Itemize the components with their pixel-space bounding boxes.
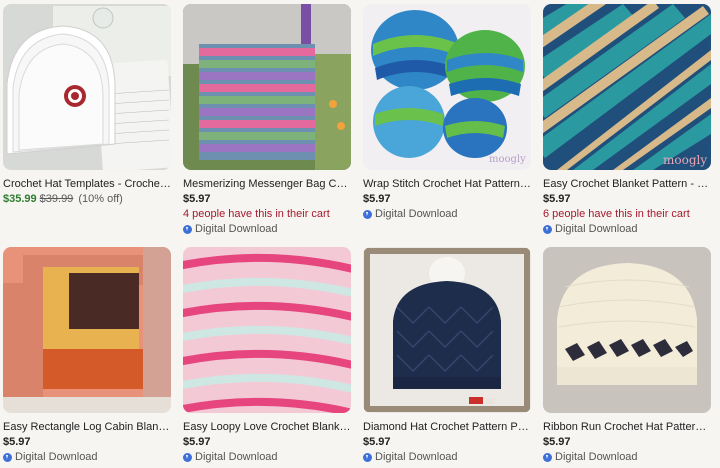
messenger-bag-image bbox=[183, 4, 351, 170]
price-row: $5.97 bbox=[183, 192, 351, 206]
listing-price: $5.97 bbox=[543, 436, 571, 448]
original-price: $39.99 bbox=[39, 193, 74, 205]
listing-title[interactable]: Easy Crochet Blanket Pattern - Oh My ... bbox=[543, 177, 711, 191]
download-text: Digital Download bbox=[195, 451, 278, 463]
log-cabin-blanket-image bbox=[3, 247, 171, 413]
listing-price: $5.97 bbox=[183, 436, 211, 448]
download-icon bbox=[183, 224, 192, 234]
listing-card[interactable]: Crochet Hat Templates - Crochet Hat T...… bbox=[3, 4, 171, 206]
download-icon bbox=[363, 209, 372, 219]
price-row: $5.97 bbox=[363, 435, 531, 449]
digital-download-label: Digital Download bbox=[363, 207, 531, 221]
sale-price: $35.99 bbox=[3, 193, 37, 205]
watermark-text: moogly bbox=[489, 154, 526, 165]
download-text: Digital Download bbox=[555, 223, 638, 235]
listing-title[interactable]: Crochet Hat Templates - Crochet Hat T... bbox=[3, 177, 171, 191]
ribbon-run-hat-image bbox=[543, 247, 711, 413]
listing-card[interactable]: moogly Wrap Stitch Crochet Hat Pattern P… bbox=[363, 4, 531, 221]
diamond-hat-image bbox=[363, 247, 531, 413]
download-icon bbox=[183, 452, 192, 462]
listing-title[interactable]: Ribbon Run Crochet Hat Pattern PDF - ... bbox=[543, 420, 711, 434]
listing-price: $5.97 bbox=[363, 193, 391, 205]
download-text: Digital Download bbox=[195, 223, 278, 235]
download-icon bbox=[3, 452, 12, 462]
hat-templates-image bbox=[3, 4, 171, 170]
listing-title[interactable]: Wrap Stitch Crochet Hat Pattern PDF -... bbox=[363, 177, 531, 191]
cart-notice: 4 people have this in their cart bbox=[183, 208, 330, 220]
watermark-text: moogly bbox=[663, 153, 707, 167]
cart-notice: 6 people have this in their cart bbox=[543, 208, 690, 220]
digital-download-label: Digital Download bbox=[543, 450, 711, 464]
listing-thumbnail[interactable] bbox=[183, 4, 351, 170]
digital-download-label: Digital Download bbox=[183, 450, 351, 464]
listing-card[interactable]: Mesmerizing Messenger Bag Crochet ... $5… bbox=[183, 4, 351, 236]
digital-download-label: Digital Download bbox=[3, 450, 171, 464]
listing-card[interactable]: Easy Loopy Love Crochet Blanket Patt... … bbox=[183, 247, 351, 464]
listing-thumbnail[interactable] bbox=[543, 247, 711, 413]
price-row: $5.97 bbox=[543, 435, 711, 449]
listing-thumbnail[interactable] bbox=[183, 247, 351, 413]
price-row: $5.97 bbox=[363, 192, 531, 206]
download-icon bbox=[363, 452, 372, 462]
loopy-love-blanket-image bbox=[183, 247, 351, 413]
download-text: Digital Download bbox=[375, 208, 458, 220]
download-icon bbox=[543, 224, 552, 234]
blanket-pattern-image: moogly bbox=[543, 4, 711, 170]
download-icon bbox=[543, 452, 552, 462]
listing-card[interactable]: Easy Rectangle Log Cabin Blanket Cro... … bbox=[3, 247, 171, 464]
listing-card[interactable]: Ribbon Run Crochet Hat Pattern PDF - ...… bbox=[543, 247, 711, 464]
listing-grid: Crochet Hat Templates - Crochet Hat T...… bbox=[0, 0, 720, 468]
listing-thumbnail[interactable] bbox=[3, 4, 171, 170]
price-row: $5.97 bbox=[543, 192, 711, 206]
listing-thumbnail[interactable]: moogly bbox=[363, 4, 531, 170]
listing-price: $5.97 bbox=[183, 193, 211, 205]
price-row: $35.99 $39.99 (10% off) bbox=[3, 192, 171, 206]
price-row: $5.97 bbox=[3, 435, 171, 449]
listing-card[interactable]: Diamond Hat Crochet Pattern PDF - B... $… bbox=[363, 247, 531, 464]
digital-download-label: Digital Download bbox=[543, 222, 711, 236]
wrap-stitch-hats-image: moogly bbox=[363, 4, 531, 170]
listing-title[interactable]: Diamond Hat Crochet Pattern PDF - B... bbox=[363, 420, 531, 434]
listing-thumbnail[interactable] bbox=[363, 247, 531, 413]
digital-download-label: Digital Download bbox=[183, 222, 351, 236]
download-text: Digital Download bbox=[555, 451, 638, 463]
listing-title[interactable]: Easy Rectangle Log Cabin Blanket Cro... bbox=[3, 420, 171, 434]
listing-price: $5.97 bbox=[3, 436, 31, 448]
download-text: Digital Download bbox=[375, 451, 458, 463]
listing-thumbnail[interactable] bbox=[3, 247, 171, 413]
discount-label: (10% off) bbox=[78, 193, 123, 205]
digital-download-label: Digital Download bbox=[363, 450, 531, 464]
listing-price: $5.97 bbox=[543, 193, 571, 205]
listing-title[interactable]: Easy Loopy Love Crochet Blanket Patt... bbox=[183, 420, 351, 434]
listing-card[interactable]: moogly Easy Crochet Blanket Pattern - Oh… bbox=[543, 4, 711, 236]
price-row: $5.97 bbox=[183, 435, 351, 449]
download-text: Digital Download bbox=[15, 451, 98, 463]
listing-price: $5.97 bbox=[363, 436, 391, 448]
listing-title[interactable]: Mesmerizing Messenger Bag Crochet ... bbox=[183, 177, 351, 191]
listing-thumbnail[interactable]: moogly bbox=[543, 4, 711, 170]
